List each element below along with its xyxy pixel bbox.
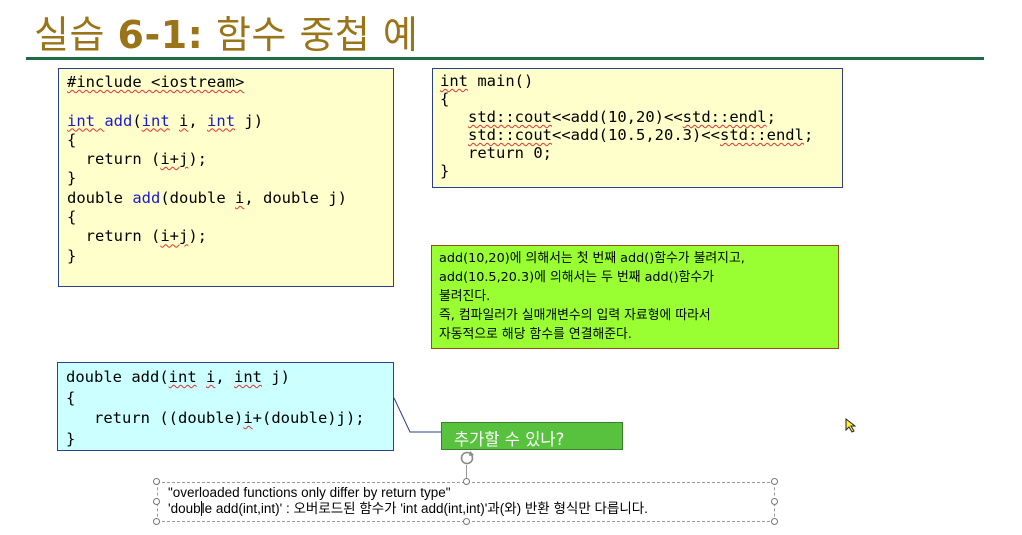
code-line: #include <iostream> xyxy=(67,73,245,91)
callout-connector xyxy=(393,397,442,433)
code-line: } xyxy=(440,162,450,180)
resize-handle-top-middle[interactable] xyxy=(463,478,470,485)
code-line: std::cout<<add(10.5,20.3)<<std::endl; xyxy=(468,126,814,144)
code-line: int main() xyxy=(440,72,534,90)
note-line: 불려진다. xyxy=(439,289,491,304)
note-line: add(10.5,20.3)에 의해서는 두 번째 add()함수가 xyxy=(439,270,714,285)
resize-handle-top-left[interactable] xyxy=(153,478,160,485)
textbox-line: "overloaded functions only differ by ret… xyxy=(168,485,451,500)
code-box-proposed[interactable]: double add(int i, int j) { return ((doubl… xyxy=(57,362,394,451)
resize-handle-middle-right[interactable] xyxy=(771,498,778,505)
resize-handle-bottom-right[interactable] xyxy=(771,518,778,525)
code-line: { xyxy=(67,130,77,149)
resize-handle-bottom-middle[interactable] xyxy=(463,518,470,525)
callout-question[interactable]: 추가할 수 있나? xyxy=(441,422,623,450)
code-line: double add(double i, double j) xyxy=(67,188,347,207)
textbox-line: 'double add(int,int)' : 오버로드된 함수가 'int a… xyxy=(168,501,648,516)
title-divider xyxy=(26,57,984,60)
title-number: 6-1: xyxy=(117,13,204,57)
code-line: return (i+j); xyxy=(67,150,207,169)
slide-title: 실습 6-1: 함수 중첩 예 xyxy=(34,4,418,59)
explanation-note[interactable]: add(10,20)에 의해서는 첫 번째 add()함수가 불려지고, add… xyxy=(431,245,839,349)
code-line: } xyxy=(66,429,76,448)
code-line: { xyxy=(67,208,77,227)
code-line: double add(int i, int j) xyxy=(66,368,291,386)
resize-handle-bottom-left[interactable] xyxy=(153,518,160,525)
resize-handle-top-right[interactable] xyxy=(771,478,778,485)
mouse-pointer-icon xyxy=(845,418,857,433)
code-line: { xyxy=(440,90,450,108)
title-suffix: 함수 중첩 예 xyxy=(203,13,419,57)
code-line: } xyxy=(67,246,77,265)
note-line: add(10,20)에 의해서는 첫 번째 add()함수가 불려지고, xyxy=(439,251,745,266)
title-prefix: 실습 xyxy=(34,13,118,57)
error-message-textbox[interactable]: "overloaded functions only differ by ret… xyxy=(157,482,775,522)
code-line: } xyxy=(67,169,77,188)
note-line: 자동적으로 해당 함수를 연결해준다. xyxy=(439,327,632,342)
code-box-overloads[interactable]: #include <iostream> int add(int i, int j… xyxy=(58,68,394,287)
code-line: std::cout<<add(10,20)<<std::endl; xyxy=(468,108,776,126)
text-cursor: le add(int,int)' : 오버로드된 함수가 'int add(in… xyxy=(200,501,648,516)
rotate-handle-icon[interactable] xyxy=(459,450,475,466)
resize-handle-middle-left[interactable] xyxy=(153,498,160,505)
code-line: { xyxy=(66,388,76,407)
code-line: return (i+j); xyxy=(67,227,207,246)
code-line: int add(int i, int j) xyxy=(67,111,264,130)
code-line: return 0; xyxy=(440,144,552,162)
code-line: return ((double)i+(double)j); xyxy=(66,409,365,427)
code-box-main[interactable]: int main(){ std::cout<<add(10,20)<<std::… xyxy=(432,68,843,188)
note-line: 즉, 컴파일러가 실매개변수의 입력 자료형에 따라서 xyxy=(439,308,711,323)
